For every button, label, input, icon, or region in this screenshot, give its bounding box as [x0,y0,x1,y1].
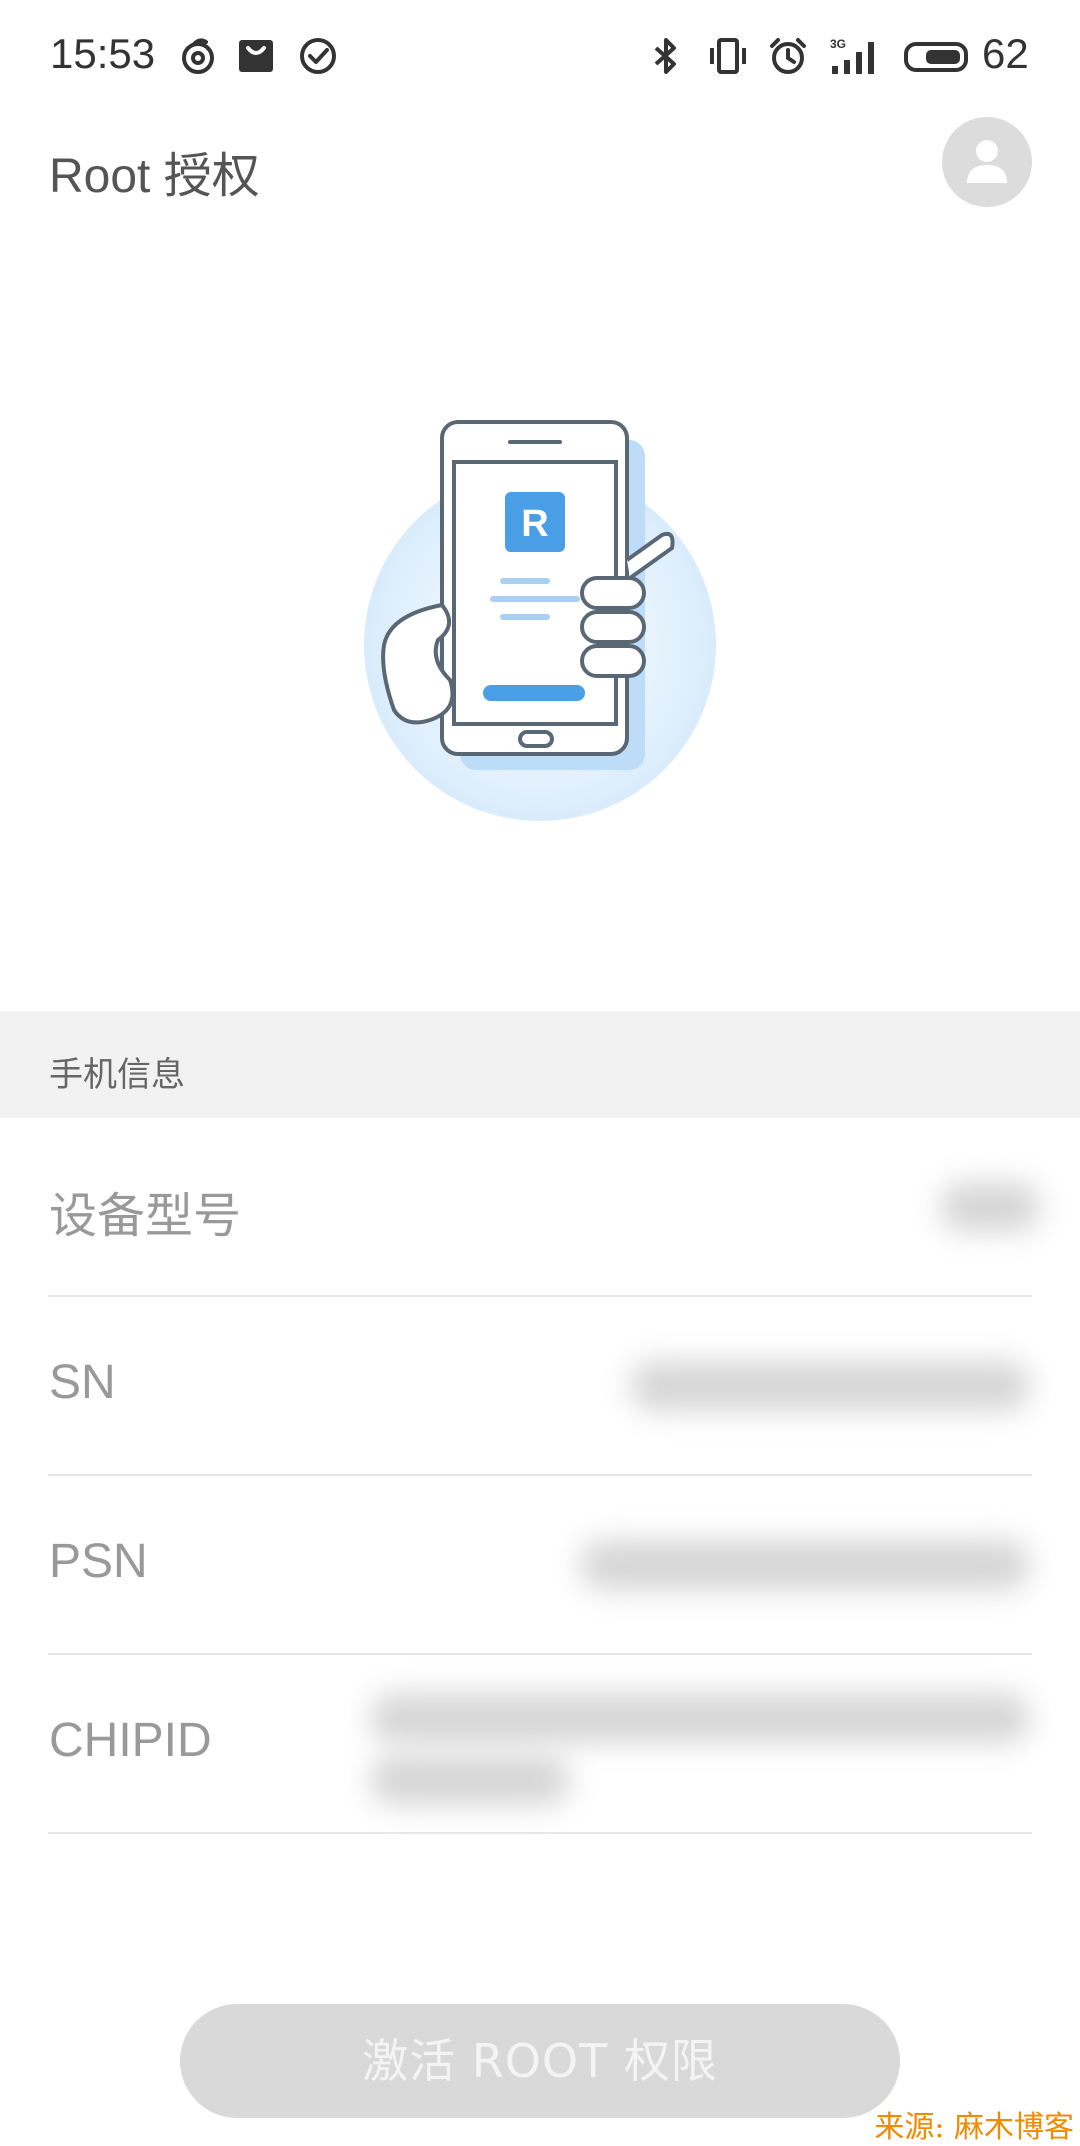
netease-music-icon [182,38,214,74]
vibrate-icon [710,38,746,74]
battery-icon [904,42,968,72]
bluetooth-icon [654,38,676,74]
activate-root-button[interactable]: 激活 ROOT 权限 [180,2004,900,2118]
info-label: 设备型号 [49,1190,242,1243]
info-label: CHIPID [49,1714,212,1767]
watermark: 来源: 麻木博客 [874,2110,1074,2145]
status-time: 15:53 [50,30,156,77]
battery-percent: 62 [982,30,1029,77]
alarm-icon [770,38,806,74]
avatar-button[interactable] [942,117,1032,207]
svg-text:3G: 3G [830,37,846,51]
signal-3g-icon: 3G [830,37,874,74]
info-row-model: 设备型号 [0,1118,1080,1297]
info-value-redacted [370,1693,1030,1743]
status-bar: 15:53 3G 62 [0,0,1080,110]
user-icon [967,140,1007,183]
section-title: 手机信息 [49,1055,185,1095]
info-value-redacted [940,1182,1040,1232]
info-row-psn: PSN [0,1476,1080,1655]
r-badge-letter: R [521,503,548,545]
page-title: Root 授权 [49,150,260,203]
info-row-sn: SN [0,1297,1080,1476]
info-label: SN [49,1356,116,1409]
shopping-bag-icon [239,40,273,72]
info-row-chipid: CHIPID [0,1655,1080,1834]
info-value-redacted [580,1540,1030,1590]
info-value-redacted [370,1755,570,1805]
info-label: PSN [49,1535,148,1588]
check-circle-icon [300,38,336,74]
info-value-redacted [630,1361,1030,1411]
phone-in-hand-illustration: R [364,420,716,821]
section-header: 手机信息 [0,1011,1080,1118]
row-divider [48,1832,1032,1834]
